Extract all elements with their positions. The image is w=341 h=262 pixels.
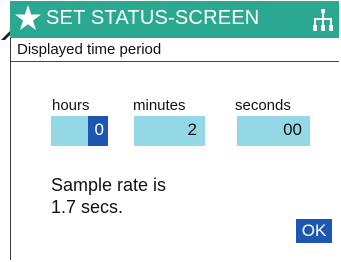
sample-rate-line2: 1.7 secs. [51, 197, 124, 217]
screen-title: SET STATUS-SCREEN [46, 7, 260, 29]
status-screen: SET STATUS-SCREEN Displayed time period … [10, 1, 339, 260]
seconds-label: seconds [235, 97, 291, 114]
title-bar: SET STATUS-SCREEN [10, 1, 339, 38]
subheader-title: Displayed time period [17, 41, 162, 58]
hours-label: hours [52, 97, 90, 114]
sample-rate-line1: Sample rate is [51, 175, 167, 195]
hours-cursor: 0 [88, 116, 108, 146]
network-tree-icon[interactable] [313, 9, 333, 31]
minutes-field[interactable]: 2 [134, 116, 205, 146]
subheader: Displayed time period [11, 38, 339, 62]
hours-value: 0 [94, 120, 104, 139]
star-icon [15, 5, 41, 30]
seconds-field[interactable]: 00 [237, 116, 310, 146]
ok-button[interactable]: OK [296, 219, 332, 243]
pointer-arrow-icon [1, 31, 10, 40]
sample-rate-text: Sample rate is 1.7 secs. [51, 174, 166, 218]
hours-field[interactable]: 0 [51, 116, 108, 146]
minutes-label: minutes [133, 97, 186, 114]
minutes-value: 2 [187, 120, 197, 139]
seconds-value: 00 [283, 120, 302, 139]
